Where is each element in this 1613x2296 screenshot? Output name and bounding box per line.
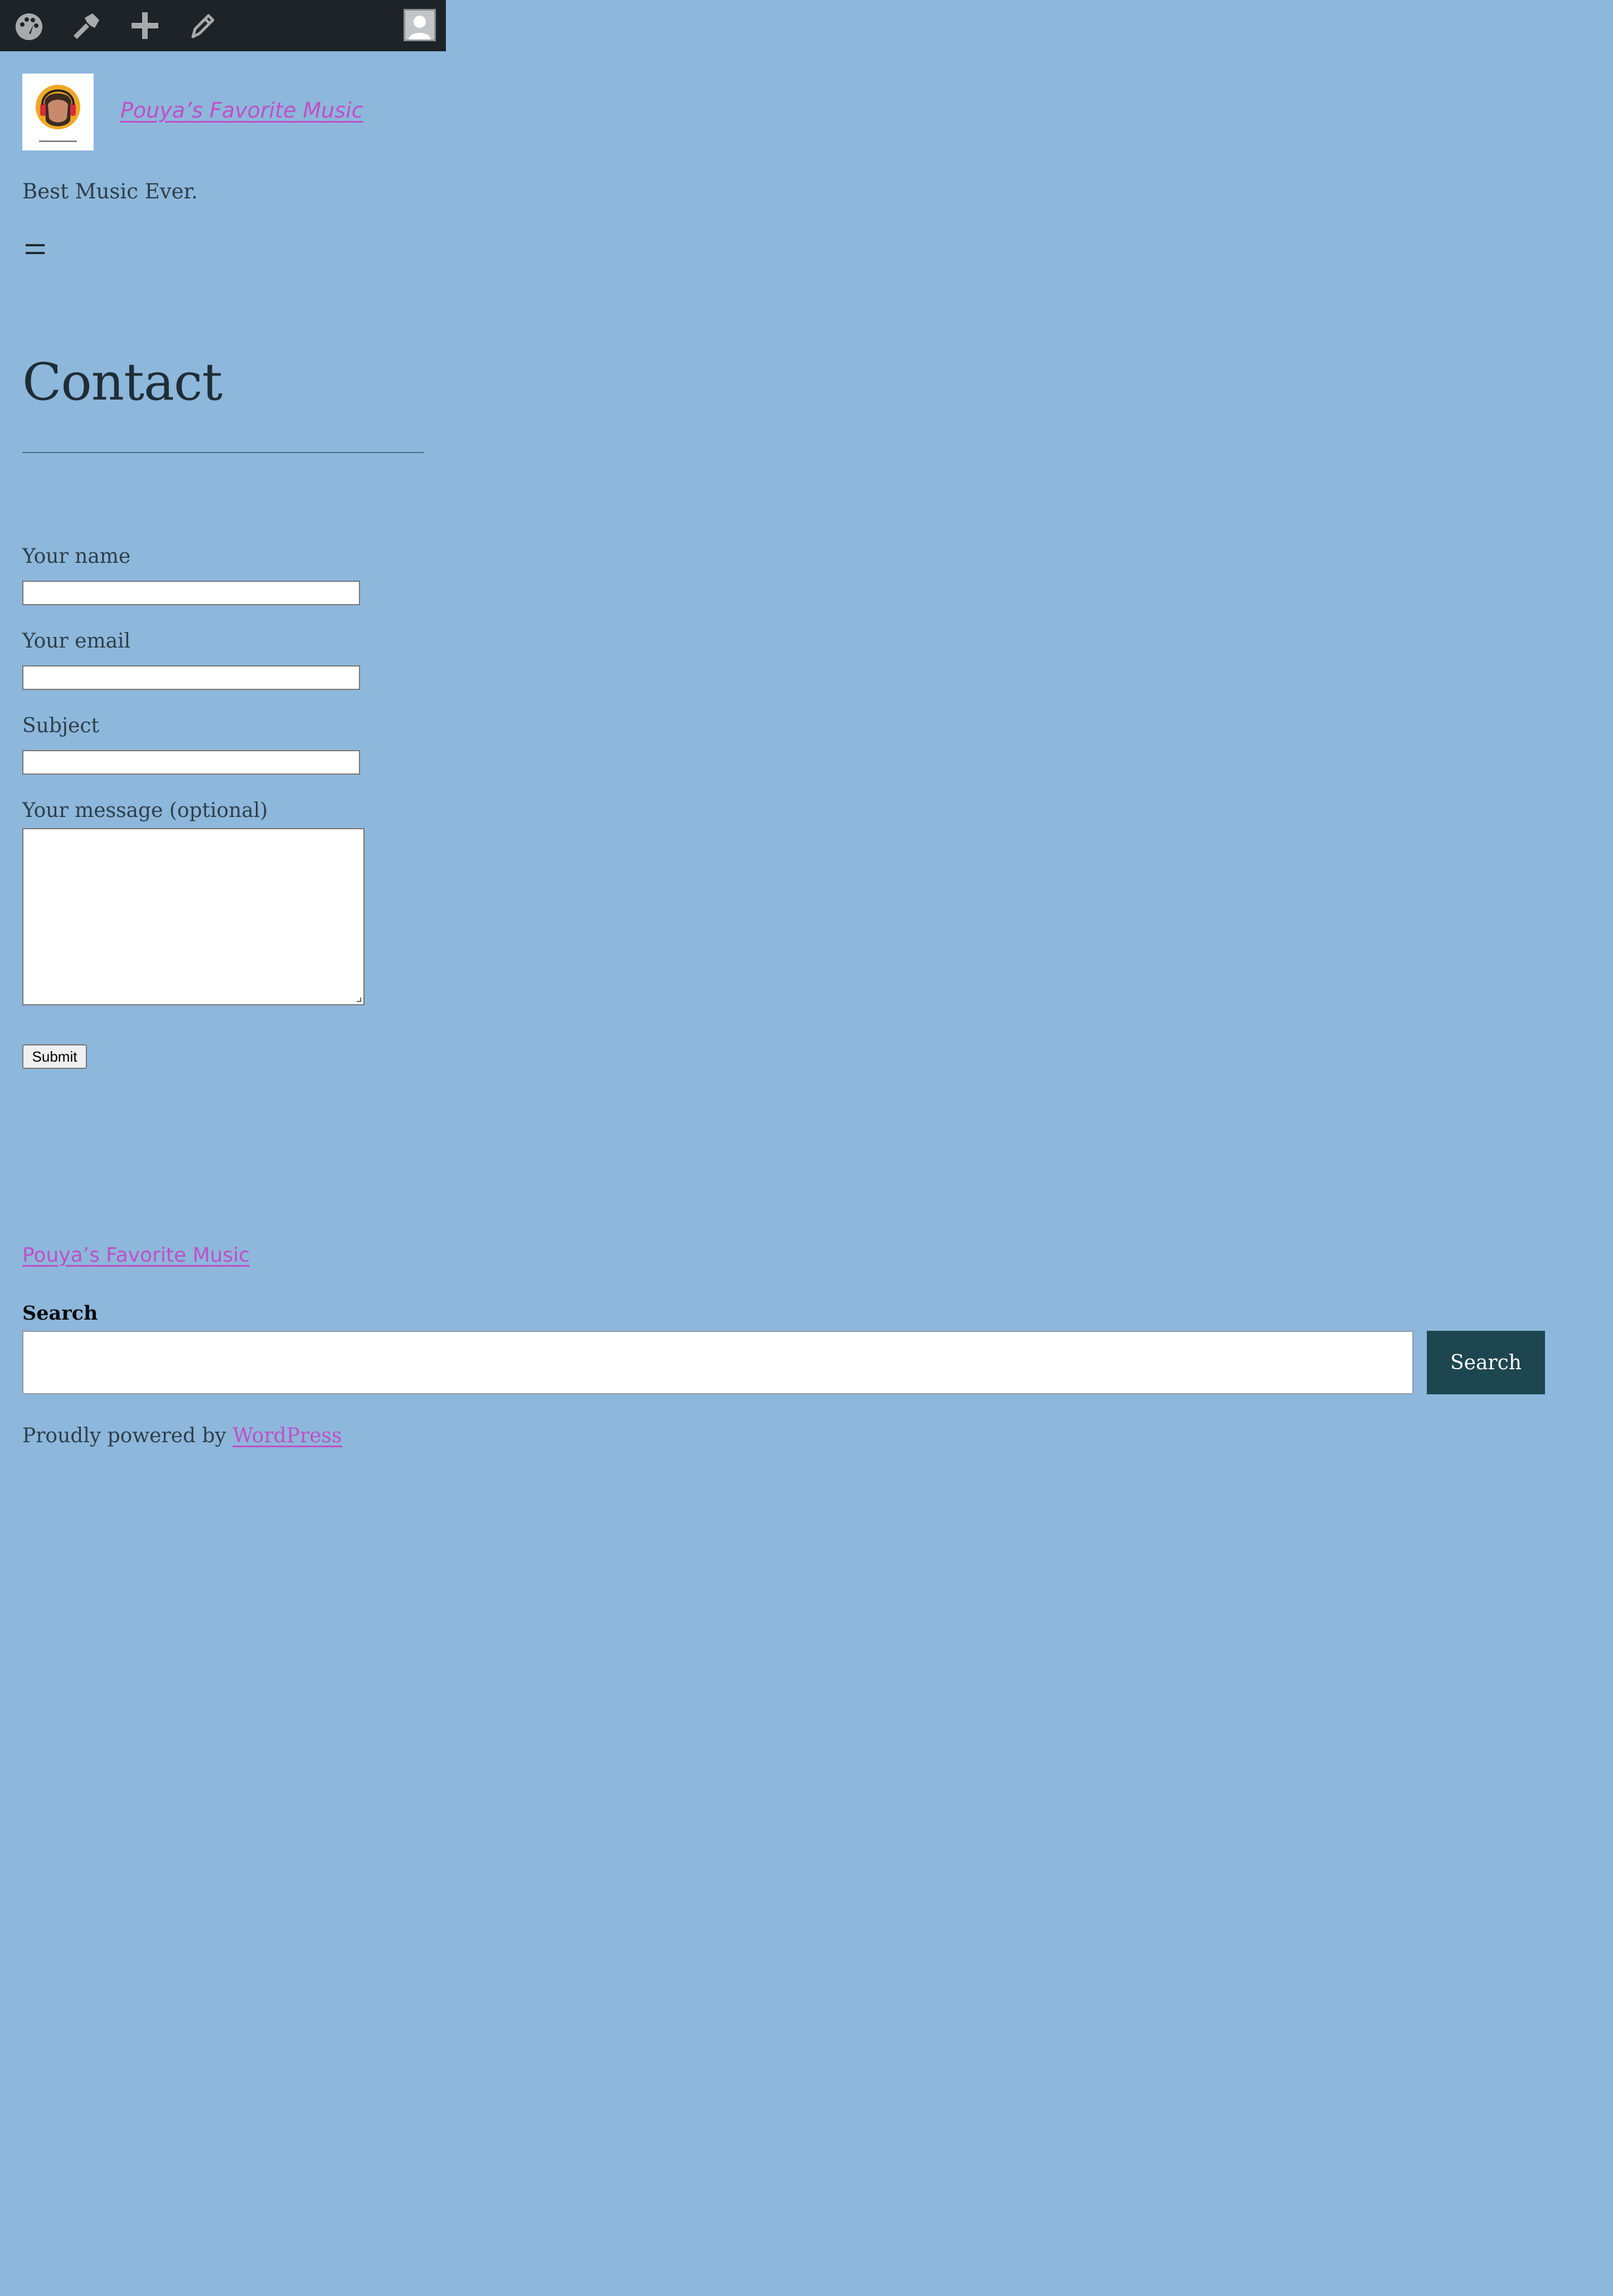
- resize-handle-icon[interactable]: [357, 998, 361, 1002]
- site-logo[interactable]: [22, 74, 94, 150]
- title-separator: [22, 452, 424, 453]
- email-field[interactable]: [22, 665, 360, 690]
- footer-site-title-link[interactable]: Pouya’s Favorite Music: [22, 1244, 250, 1267]
- admin-bar: [0, 0, 446, 51]
- subject-field[interactable]: [22, 750, 360, 775]
- menu-toggle-icon[interactable]: [23, 239, 48, 259]
- site-icon[interactable]: [12, 9, 46, 42]
- email-label: Your email: [22, 630, 131, 653]
- name-field[interactable]: [22, 581, 360, 605]
- search-input[interactable]: [22, 1331, 1413, 1394]
- customize-icon[interactable]: [69, 9, 103, 42]
- site-title-link[interactable]: Pouya’s Favorite Music: [120, 98, 363, 123]
- new-content-icon[interactable]: [128, 9, 162, 42]
- page-title: Contact: [22, 352, 222, 412]
- wordpress-link[interactable]: WordPress: [232, 1424, 342, 1447]
- edit-icon[interactable]: [186, 9, 220, 42]
- subject-label: Subject: [22, 714, 99, 737]
- site-tagline: Best Music Ever.: [22, 179, 198, 203]
- name-label: Your name: [22, 545, 131, 568]
- search-button[interactable]: Search: [1427, 1331, 1545, 1394]
- message-textarea[interactable]: [22, 828, 365, 1005]
- powered-by-text: Proudly powered by WordPress: [22, 1424, 342, 1447]
- message-label: Your message (optional): [22, 799, 268, 822]
- submit-button[interactable]: Submit: [22, 1044, 87, 1069]
- user-avatar-icon[interactable]: [404, 9, 436, 41]
- powered-by-prefix: Proudly powered by: [22, 1424, 233, 1447]
- search-label: Search: [22, 1302, 98, 1325]
